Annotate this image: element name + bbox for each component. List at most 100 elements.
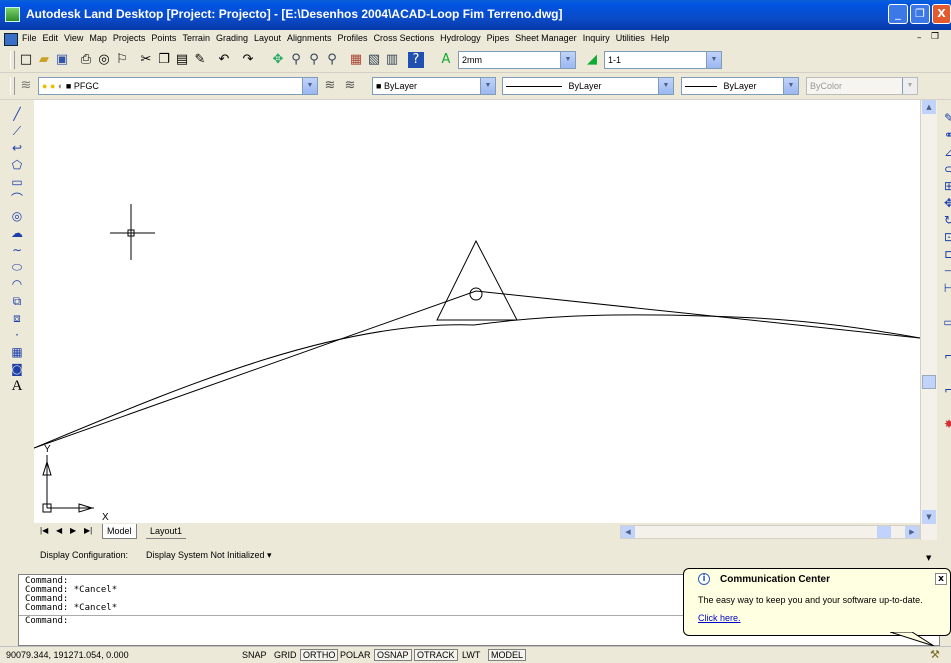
match-properties-icon[interactable]: ✎ [192, 52, 208, 68]
undo-icon[interactable]: ↶ [216, 52, 232, 68]
paste-icon[interactable]: ▤ [174, 52, 190, 68]
print-icon[interactable]: ⎙ [78, 52, 94, 68]
polygon-icon[interactable]: ⬠ [8, 157, 26, 174]
horizontal-scrollbar[interactable]: ◀ ▶ [620, 525, 920, 539]
terrain-curve[interactable] [33, 314, 921, 449]
chevron-down-icon[interactable]: ▼ [302, 78, 317, 94]
status-toggle-polar[interactable]: POLAR [338, 649, 373, 661]
doc-minimize-button[interactable]: – [917, 33, 922, 43]
rotate-icon[interactable]: ↻ [940, 212, 951, 229]
dim-style-icon[interactable]: ◢ [584, 52, 600, 68]
minimize-button[interactable]: _ [888, 4, 908, 24]
text-style-icon[interactable]: A [438, 52, 454, 68]
status-toggle-model[interactable]: MODEL [488, 649, 527, 661]
doc-restore-button[interactable]: ❐ [931, 32, 939, 42]
first-tab-button[interactable]: |◀ [36, 524, 52, 538]
trim-icon[interactable]: ⊣ [940, 263, 951, 280]
toolbar-grip[interactable] [10, 51, 15, 69]
status-toggle-grid[interactable]: GRID [272, 649, 299, 661]
offset-icon[interactable]: ⊂ [940, 161, 951, 178]
scroll-left-button[interactable]: ◀ [621, 526, 635, 538]
menu-terrain[interactable]: Terrain [179, 30, 213, 43]
pan-icon[interactable]: ✥ [270, 52, 286, 68]
make-layer-current-icon[interactable]: ≋ [322, 78, 338, 94]
status-toggle-osnap[interactable]: OSNAP [374, 649, 412, 661]
chevron-down-icon[interactable]: ▼ [926, 554, 931, 562]
menu-sheet-manager[interactable]: Sheet Manager [512, 30, 580, 43]
tool-palettes-icon[interactable]: ▥ [384, 52, 400, 68]
hatch-icon[interactable]: ▦ [8, 344, 26, 361]
cut-icon[interactable]: ✂ [138, 52, 154, 68]
tab-layout1[interactable]: Layout1 [146, 524, 187, 539]
layer-manager-icon[interactable]: ≋ [18, 78, 34, 94]
zoom-realtime-icon[interactable]: ⚲ [288, 52, 304, 68]
stretch-icon[interactable]: ⊏ [940, 246, 951, 263]
color-combo[interactable]: ■ ByLayer ▼ [372, 77, 496, 95]
copy-icon[interactable]: ⚭ [940, 127, 951, 144]
next-tab-button[interactable]: ▶ [66, 524, 80, 538]
close-button[interactable]: X [932, 4, 951, 24]
move-icon[interactable]: ✥ [940, 195, 951, 212]
chevron-down-icon[interactable]: ▼ [658, 78, 673, 94]
triangle-marker[interactable] [436, 239, 518, 321]
spline-icon[interactable]: ∼ [8, 242, 26, 259]
linetype-combo[interactable]: ByLayer ▼ [502, 77, 674, 95]
menu-cross-sections[interactable]: Cross Sections [371, 30, 438, 43]
menu-grading[interactable]: Grading [213, 30, 251, 43]
new-icon[interactable]: □ [18, 52, 34, 68]
zoom-previous-icon[interactable]: ⚲ [324, 52, 340, 68]
copy-clip-icon[interactable]: ❐ [156, 52, 172, 68]
menu-map[interactable]: Map [86, 30, 110, 43]
multiline-text-icon[interactable]: A [8, 378, 26, 395]
maximize-button[interactable]: ❐ [910, 4, 930, 24]
fillet-icon[interactable]: ⌐ [940, 382, 951, 399]
app-icon[interactable] [5, 7, 20, 22]
coordinates-display[interactable]: 90079.344, 191271.054, 0.000 [4, 649, 131, 661]
redo-icon[interactable]: ↷ [240, 52, 256, 68]
menu-edit[interactable]: Edit [40, 30, 62, 43]
make-block-icon[interactable]: ⧈ [8, 310, 26, 327]
drawing-area[interactable]: Y X [33, 100, 921, 523]
lineweight-combo[interactable]: ByLayer ▼ [681, 77, 799, 95]
circle-icon[interactable]: ◎ [8, 208, 26, 225]
chevron-down-icon[interactable]: ▼ [706, 52, 721, 68]
scale-icon[interactable]: ⊡ [940, 229, 951, 246]
status-toggle-ortho[interactable]: ORTHO [300, 649, 339, 661]
arc-icon[interactable]: ⌒ [8, 191, 26, 208]
status-toggle-snap[interactable]: SNAP [240, 649, 269, 661]
vertex-circle[interactable] [469, 287, 483, 301]
scale-combo[interactable]: 1-1 ▼ [604, 51, 722, 69]
chamfer-icon[interactable]: ⌐ [940, 348, 951, 365]
chevron-down-icon[interactable]: ▼ [480, 78, 495, 94]
last-tab-button[interactable]: ▶| [80, 524, 96, 538]
explode-icon[interactable]: ✸ [940, 416, 951, 433]
scroll-right-button[interactable]: ▶ [905, 526, 919, 538]
layer-combo[interactable]: ● ● ◐ ■ PFGC ▼ [38, 77, 318, 95]
design-center-icon[interactable]: ▧ [366, 52, 382, 68]
rectangle-icon[interactable]: ▭ [8, 174, 26, 191]
menu-inquiry[interactable]: Inquiry [580, 30, 613, 43]
point-icon[interactable]: · [8, 327, 26, 344]
scroll-down-button[interactable]: ▼ [922, 510, 936, 524]
menu-profiles[interactable]: Profiles [335, 30, 371, 43]
menu-pipes[interactable]: Pipes [484, 30, 513, 43]
display-config-dropdown[interactable]: Display System Not Initialized ▾ [146, 550, 272, 561]
scroll-thumb[interactable] [922, 375, 936, 389]
scroll-up-button[interactable]: ▲ [922, 100, 936, 114]
document-icon[interactable] [4, 33, 18, 46]
menu-alignments[interactable]: Alignments [284, 30, 335, 43]
extend-icon[interactable]: ⊢ [940, 280, 951, 297]
balloon-close-button[interactable]: x [935, 573, 947, 585]
revision-cloud-icon[interactable]: ☁ [8, 225, 26, 242]
array-icon[interactable]: ⊞ [940, 178, 951, 195]
polyline-icon[interactable]: ↩ [8, 140, 26, 157]
status-toggle-lwt[interactable]: LWT [460, 649, 482, 661]
publish-icon[interactable]: ⚐ [114, 52, 130, 68]
region-icon[interactable]: ◙ [8, 361, 26, 378]
help-icon[interactable]: ? [408, 52, 424, 68]
ellipse-arc-icon[interactable]: ◠ [8, 276, 26, 293]
mirror-icon[interactable]: ⊿ [940, 144, 951, 161]
alignment-polyline[interactable] [33, 290, 921, 449]
balloon-link[interactable]: Click here. [698, 613, 741, 623]
vertical-scrollbar[interactable]: ▲ ▼ [920, 100, 937, 540]
